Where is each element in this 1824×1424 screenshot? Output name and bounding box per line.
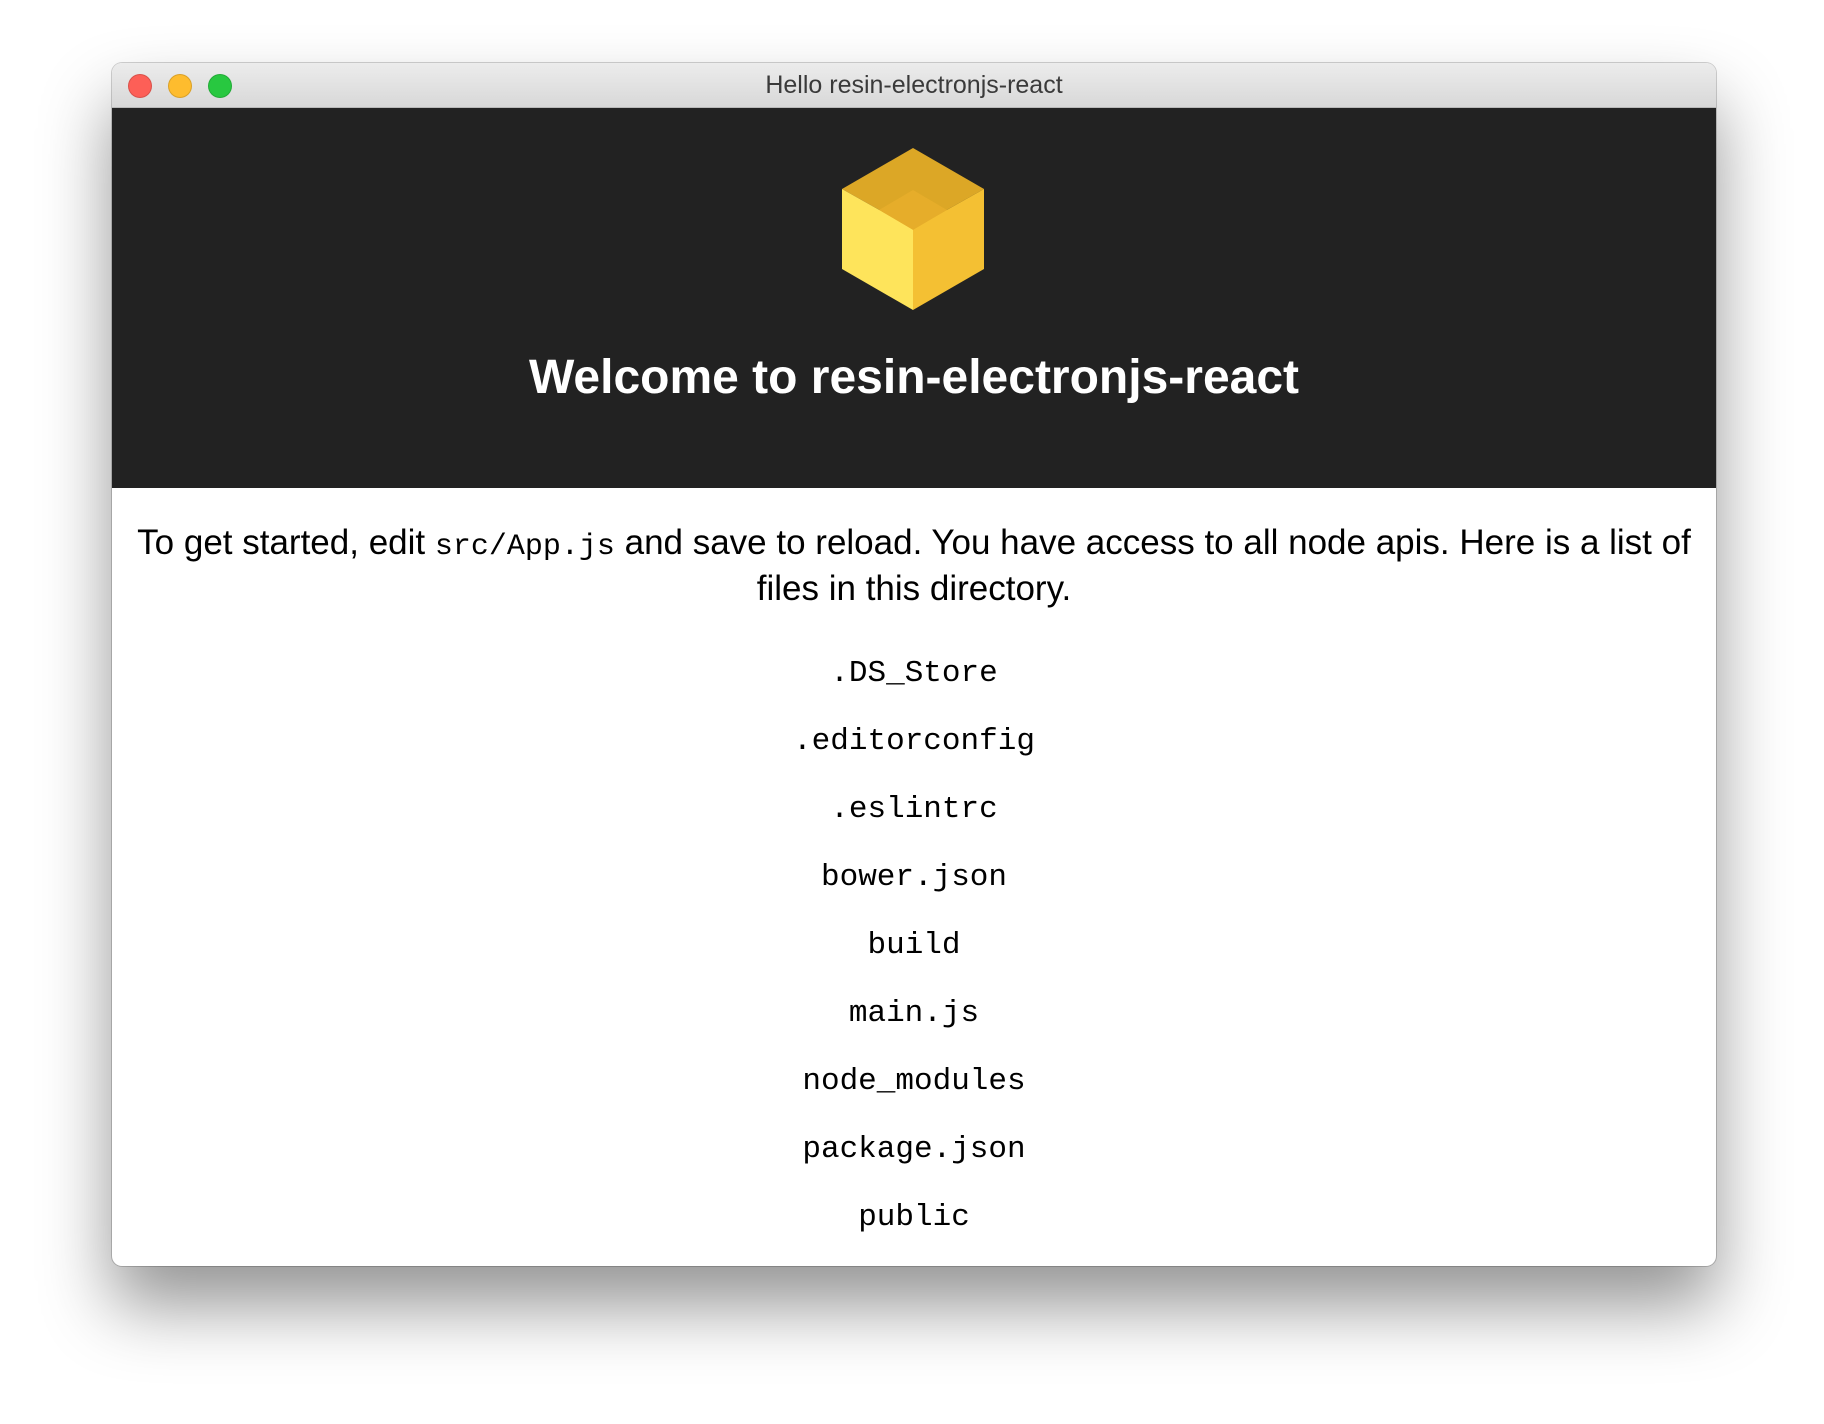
file-list-item: package.json	[802, 1132, 1026, 1167]
file-list-item: bower.json	[820, 860, 1008, 895]
file-list-item: build	[867, 928, 961, 963]
file-list-item: .editorconfig	[793, 724, 1035, 759]
file-list: .DS_Store .editorconfig .eslintrc bower.…	[112, 640, 1716, 1252]
file-list-item: .eslintrc	[830, 792, 998, 827]
file-list-item: public	[858, 1200, 970, 1235]
resin-cube-logo-icon	[842, 148, 984, 310]
app-header: Welcome to resin-electronjs-react	[112, 108, 1716, 488]
app-window: Hello resin-electronjs-react Welcome to …	[112, 63, 1716, 1266]
intro-code: src/App.js	[434, 530, 615, 564]
intro-prefix: To get started, edit	[137, 523, 435, 562]
window-title: Hello resin-electronjs-react	[765, 71, 1063, 99]
file-list-item: .DS_Store	[830, 656, 998, 691]
app-title: Welcome to resin-electronjs-react	[528, 351, 1300, 404]
intro-suffix: and save to reload. You have access to a…	[614, 523, 1691, 608]
file-list-item: node_modules	[802, 1064, 1026, 1099]
file-list-item: main.js	[848, 996, 980, 1031]
title-bar[interactable]: Hello resin-electronjs-react	[112, 63, 1716, 108]
intro-text: To get started, edit src/App.js and save…	[128, 522, 1700, 610]
